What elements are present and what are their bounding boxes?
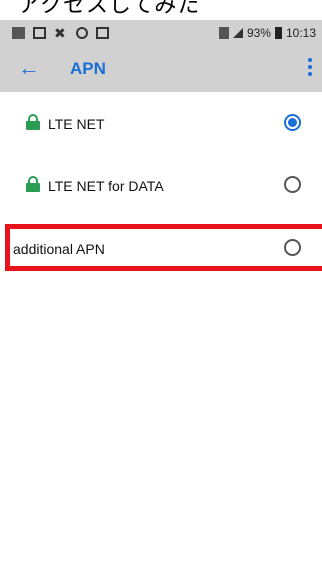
apn-item-lte-net-for-data[interactable]: LTE NET for DATA (0, 160, 322, 212)
apn-item-lte-net[interactable]: LTE NET (0, 98, 322, 150)
sync-icon (76, 27, 88, 39)
radio-button[interactable] (284, 176, 301, 193)
lock-icon (26, 114, 40, 130)
tools-icon: ✖ (54, 25, 66, 41)
radio-button-selected[interactable] (284, 114, 301, 131)
lock-icon (26, 176, 40, 192)
app-bar: ← APN (0, 46, 322, 92)
cropped-caption: アクセスしてみた (0, 0, 322, 20)
more-options-icon[interactable] (308, 58, 312, 79)
sim-icon (218, 27, 229, 39)
image-notification-icon (12, 27, 25, 39)
back-arrow-icon[interactable]: ← (18, 56, 40, 80)
calendar-notification-icon (33, 27, 46, 39)
notification-icons: ✖ (12, 26, 109, 40)
page-title: APN (70, 59, 106, 78)
caption-text: アクセスしてみた (18, 0, 201, 18)
battery-percent: 93% (246, 26, 271, 40)
signal-icon (232, 28, 243, 38)
screenshot-icon (96, 27, 109, 39)
apn-item-label: LTE NET (48, 116, 105, 132)
battery-icon (274, 27, 282, 39)
clock: 10:13 (285, 26, 316, 40)
highlight-box (5, 224, 322, 271)
system-indicators: 93% 10:13 (218, 26, 316, 40)
apn-item-label: LTE NET for DATA (48, 178, 164, 194)
status-bar: ✖ 93% 10:13 (0, 20, 322, 46)
